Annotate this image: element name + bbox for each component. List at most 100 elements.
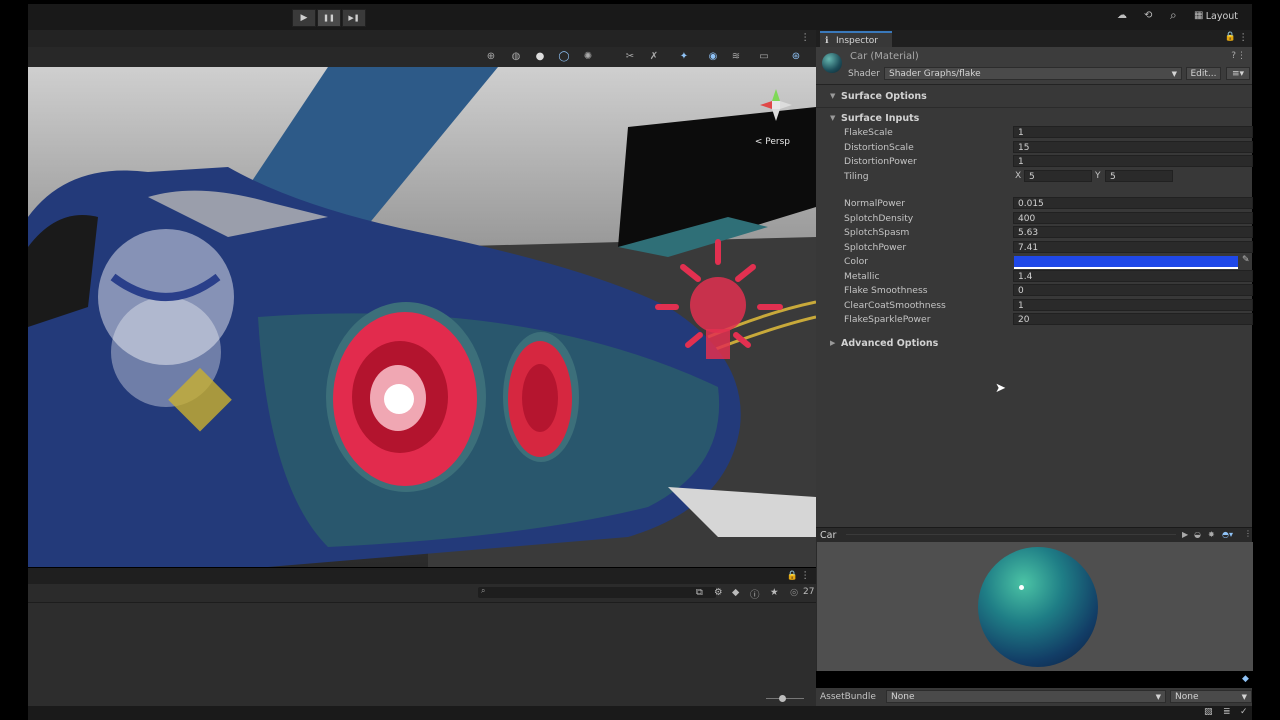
shaded-icon[interactable]: ● [532,50,548,64]
flake-scale-label: FlakeScale [844,127,893,138]
splotch-spasm-field[interactable]: 5.63 [1013,226,1253,238]
preview-light-icon[interactable]: ✸ [1208,530,1215,539]
main-toolbar: ▶ ❚❚ ▶❚ ☁ ⟲ ⌕ ▦ Layout [28,4,1252,30]
color-swatch[interactable] [1014,256,1238,269]
list-icon: ≡▾ [1231,69,1245,79]
visibility-icon[interactable]: ◉ [705,50,721,64]
audio-toggle-icon[interactable]: ✂ [622,50,638,64]
status-icon-2[interactable]: ≣ [1223,707,1231,717]
shader-dropdown[interactable]: Shader Graphs/flake ▼ [884,67,1182,80]
tag-icon[interactable]: ◆ [732,587,739,598]
lock-icon[interactable]: 🔒 [787,571,798,581]
more-menu-icon[interactable]: ⋮ [801,32,811,43]
lighting-toggle-icon[interactable]: ✺ [580,50,596,64]
shader-value: Shader Graphs/flake [889,69,981,79]
scene-viewport[interactable]: < Persp [28,67,816,567]
play-icon: ▶ [300,13,308,23]
scene-effects-icon[interactable]: ✦ [676,50,692,64]
info-icon[interactable]: ⓘ [750,587,760,601]
status-bar: ▧ ≣ ✓ [28,706,1252,720]
asset-bundle-dropdown[interactable]: None ▼ [886,690,1166,703]
eyedropper-icon[interactable]: ✎ [1242,255,1250,265]
preview-sphere [978,547,1098,667]
clearcoat-smoothness-field[interactable]: 1 [1013,299,1253,311]
global-view-icon[interactable]: ⊕ [483,50,499,64]
foldout-arrow-icon[interactable]: ▼ [830,114,835,122]
wireframe-icon[interactable]: ◍ [508,50,524,64]
normal-power-field[interactable]: 0.015 [1013,197,1253,209]
list-menu-button[interactable]: ≡▾ [1226,67,1250,80]
splotch-density-field[interactable]: 400 [1013,212,1253,224]
color-label: Color [844,256,868,267]
pause-button[interactable]: ❚❚ [317,9,341,27]
scene-view-toolbar: ⊕ ◍ ● ◯ ✺ ✂ ✗ ✦ ◉ ≋ ▭ ⊛ [28,47,816,67]
message-count: 27 [803,587,815,597]
console-footer [28,690,816,706]
star-icon[interactable]: ★ [770,587,779,598]
flake-smoothness-field[interactable]: 0 [1013,284,1253,296]
status-icon-1[interactable]: ▧ [1204,707,1213,717]
zoom-slider-handle[interactable] [779,695,786,702]
help-icon[interactable]: ? [1231,51,1236,61]
tag-icon[interactable]: ◆ [1242,674,1249,684]
camera-icon[interactable]: ▭ [756,50,772,64]
splotch-spasm-label: SplotchSpasm [844,227,910,238]
gizmos-icon[interactable]: ⊛ [788,50,804,64]
left-black-border [0,0,28,720]
perspective-label[interactable]: < Persp [755,137,790,147]
layers-icon[interactable]: ≋ [728,50,744,64]
tab-inspector[interactable]: ℹ Inspector [820,31,892,47]
layout-icon: ▦ [1194,10,1204,21]
metallic-label: Metallic [844,271,880,282]
inspector-body: ▼ Surface Options ▼ Surface Inputs Flake… [816,85,1253,527]
step-button[interactable]: ▶❚ [342,9,366,27]
flake-scale-field[interactable]: 1 [1013,126,1253,138]
inspector-menu-icon[interactable]: ⋮ [1239,32,1249,43]
settings-icon[interactable]: ⋮ [1237,51,1246,61]
splotch-power-field[interactable]: 7.41 [1013,241,1253,253]
asset-bundle-bar: AssetBundle None ▼ None ▼ [816,688,1252,706]
asset-variant-dropdown[interactable]: None ▼ [1170,690,1252,703]
preview-menu-icon[interactable]: ⋮ [1244,529,1252,538]
step-icon: ▶❚ [348,14,360,22]
distortion-power-field[interactable]: 1 [1013,155,1253,167]
preview-mesh-icon[interactable]: ◓▾ [1222,530,1233,539]
material-preview[interactable]: ◆ [816,542,1253,684]
chevron-down-icon: ▼ [1155,693,1161,701]
console-search-input[interactable]: ⌕ [478,586,716,598]
play-button[interactable]: ▶ [292,9,316,27]
surface-options-foldout[interactable]: Surface Options [841,91,927,102]
foldout-arrow-icon[interactable]: ▶ [830,339,835,347]
asset-variant-value: None [1175,692,1199,702]
console-tab-bar: 🔒 ⋮ [28,568,816,584]
clear-on-play-icon[interactable]: ⚙ [714,587,723,598]
layout-dropdown[interactable]: Layout [1206,11,1238,22]
search-icon[interactable]: ⌕ [1170,8,1177,23]
console-menu-icon[interactable]: ⋮ [801,570,811,581]
collapse-icon[interactable]: ⧉ [696,587,703,598]
edit-button[interactable]: Edit... [1186,67,1221,80]
fx-toggle-icon[interactable]: ✗ [646,50,662,64]
search-icon: ⌕ [481,586,486,595]
tiling-y-field[interactable]: 5 [1105,170,1173,182]
preview-sphere-icon[interactable]: ◒ [1194,530,1201,539]
inspector-tab-bar: ℹ Inspector 🔒 ⋮ [816,30,1252,47]
cloud-icon[interactable]: ☁ [1117,10,1127,21]
tiling-x-field[interactable]: 5 [1024,170,1092,182]
flake-sparkle-power-field[interactable]: 20 [1013,313,1253,325]
distortion-scale-field[interactable]: 15 [1013,141,1253,153]
status-icon-3[interactable]: ✓ [1240,707,1248,717]
foldout-arrow-icon[interactable]: ▼ [830,92,835,100]
play-preview-icon[interactable]: ▶ [1182,530,1188,539]
lock-icon[interactable]: 🔒 [1225,32,1236,42]
distortion-power-label: DistortionPower [844,156,917,167]
metallic-field[interactable]: 1.4 [1013,270,1253,282]
clearcoat-smoothness-label: ClearCoatSmoothness [844,300,946,311]
lit-icon[interactable]: ◯ [556,50,572,64]
console-log-area[interactable] [28,602,816,691]
console-toolbar: ⌕ ⧉ ⚙ ◆ ⓘ ★ ◎ 27 [28,584,816,602]
history-icon[interactable]: ⟲ [1144,10,1152,21]
advanced-options-foldout[interactable]: Advanced Options [841,338,938,349]
material-header: Car (Material) ? ⋮ Shader Shader Graphs/… [816,47,1252,85]
surface-inputs-foldout[interactable]: Surface Inputs [841,113,919,124]
